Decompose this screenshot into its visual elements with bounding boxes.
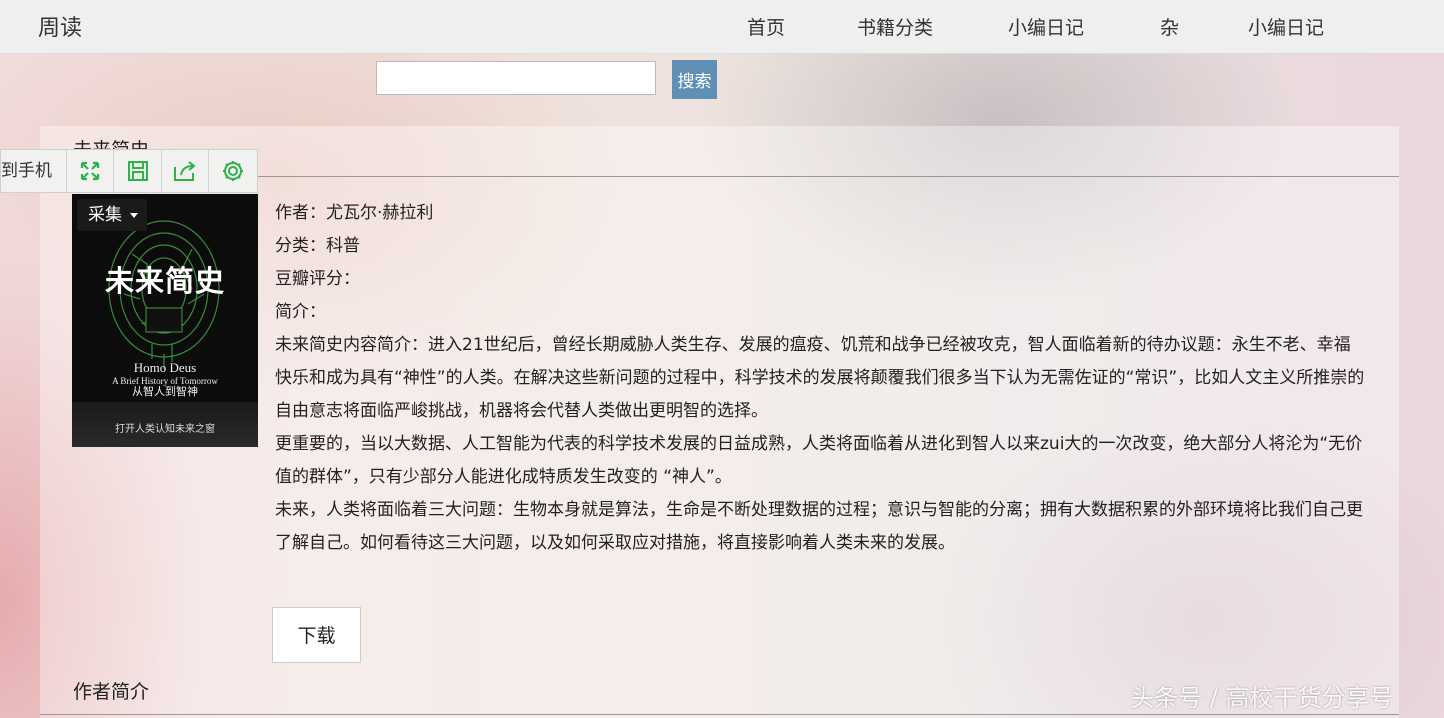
search-button[interactable]: 搜索 <box>672 60 717 99</box>
fullscreen-icon <box>80 161 99 181</box>
share-icon <box>174 161 196 181</box>
intro-paragraph-3: 未来，人类将面临着三大问题：生物本身就是算法，生命是不断处理数据的过程；意识与智… <box>275 500 1363 553</box>
intro-paragraph-2: 更重要的，当以大数据、人工智能为代表的科学技术发展的日益成熟，人类将面临着从进化… <box>275 434 1363 487</box>
nav-item-editor-diary[interactable]: 小编日记 <box>1008 13 1084 40</box>
intro-label: 简介： <box>275 302 326 322</box>
caret-down-icon <box>130 213 138 218</box>
nav-item-editor-diary-2[interactable]: 小编日记 <box>1248 13 1324 40</box>
nav-item-home[interactable]: 首页 <box>747 13 785 40</box>
author-intro-divider <box>40 714 1399 715</box>
cover-tagline: 打开人类认知未来之窗 <box>115 424 215 435</box>
top-navbar: 周读 首页 书籍分类 小编日记 杂 小编日记 <box>0 0 1444 54</box>
save-button[interactable] <box>114 150 162 192</box>
fullscreen-button[interactable] <box>67 150 115 192</box>
cover-chinese-subtitle: 从智人到智神 <box>132 385 198 398</box>
author-intro-heading: 作者简介 <box>73 681 150 703</box>
intro-paragraph-1: 未来简史内容简介：进入21世纪后，曾经长期威胁人类生存、发展的瘟疫、饥荒和战争已… <box>275 335 1365 421</box>
collect-dropdown-button[interactable]: 采集 <box>77 199 147 231</box>
share-button[interactable] <box>162 150 210 192</box>
download-button[interactable]: 下载 <box>272 607 361 663</box>
floating-toolbar: 到手机 <box>0 149 258 193</box>
nav-item-misc[interactable]: 杂 <box>1160 13 1179 40</box>
send-to-phone-button[interactable]: 到手机 <box>1 150 67 192</box>
watermark-text: 头条号 / 高校干货分享号 <box>1130 684 1394 712</box>
site-brand[interactable]: 周读 <box>38 10 82 42</box>
save-icon <box>127 161 148 181</box>
search-input[interactable] <box>376 61 656 95</box>
book-cover-image: 未来简史 Homo Deus A Brief History of Tomorr… <box>72 194 258 447</box>
nav-item-book-categories[interactable]: 书籍分类 <box>857 13 933 40</box>
book-info: 作者：尤瓦尔·赫拉利 分类：科普 豆瓣评分： 简介： 未来简史内容简介：进入21… <box>275 197 1365 560</box>
settings-icon <box>223 161 244 181</box>
douban-rating-line: 豆瓣评分： <box>275 269 360 289</box>
collect-label: 采集 <box>88 205 122 225</box>
category-line: 分类：科普 <box>275 236 360 256</box>
author-line: 作者：尤瓦尔·赫拉利 <box>275 203 434 223</box>
cover-title: 未来简史 <box>104 264 225 298</box>
settings-button[interactable] <box>209 150 257 192</box>
